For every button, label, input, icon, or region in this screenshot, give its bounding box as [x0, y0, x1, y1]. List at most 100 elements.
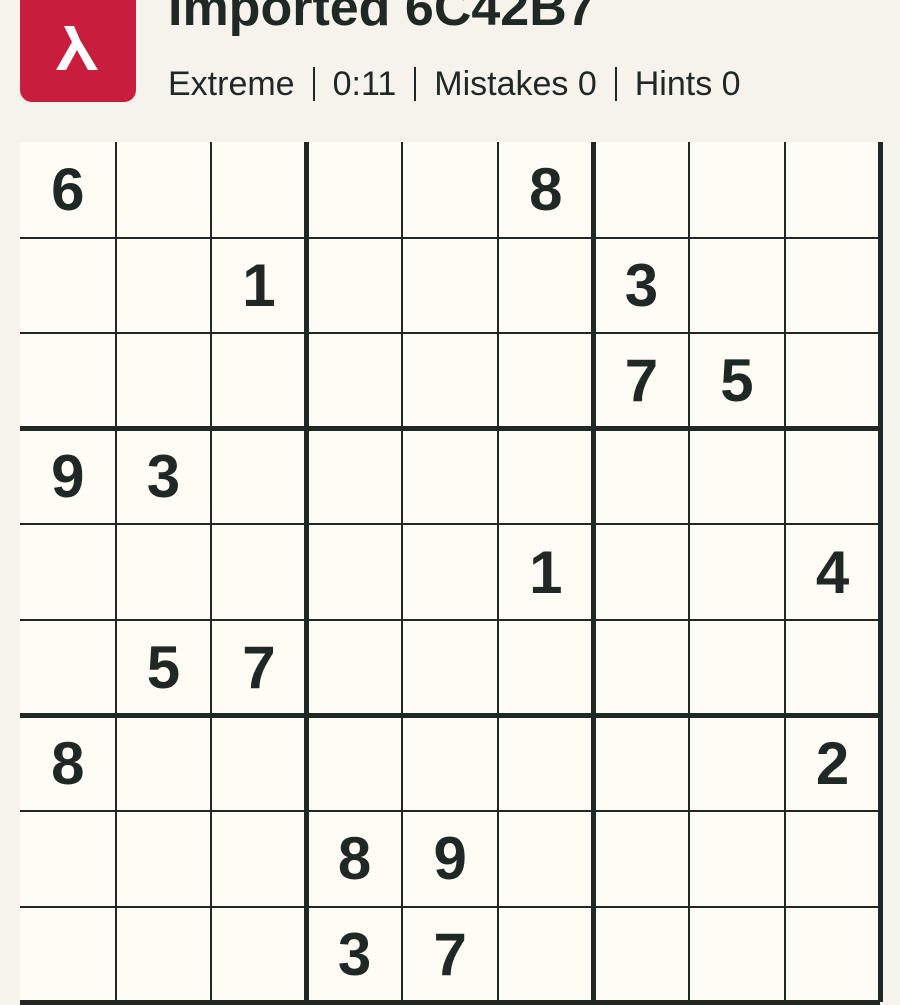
- sudoku-cell[interactable]: [116, 811, 212, 907]
- sudoku-cell[interactable]: [594, 524, 690, 620]
- puzzle-title: Imported 6C42B7: [168, 0, 596, 37]
- sudoku-cell[interactable]: [307, 429, 403, 525]
- sudoku-cell[interactable]: [307, 333, 403, 429]
- grid-line-horizontal: [20, 523, 881, 526]
- sudoku-cell[interactable]: [402, 620, 498, 716]
- grid-line-horizontal: [20, 332, 881, 335]
- sudoku-cell[interactable]: [211, 524, 307, 620]
- sudoku-cell[interactable]: [785, 811, 881, 907]
- sudoku-cell[interactable]: [498, 620, 594, 716]
- sudoku-cell[interactable]: [211, 333, 307, 429]
- sudoku-cell[interactable]: [20, 238, 116, 334]
- sudoku-cell[interactable]: [689, 238, 785, 334]
- sudoku-cell[interactable]: [785, 429, 881, 525]
- sudoku-cell[interactable]: 3: [116, 429, 212, 525]
- sudoku-cell[interactable]: [785, 238, 881, 334]
- sudoku-cell[interactable]: [498, 238, 594, 334]
- sudoku-cell[interactable]: 7: [402, 907, 498, 1003]
- sudoku-cell[interactable]: [116, 333, 212, 429]
- sudoku-cell[interactable]: 8: [20, 716, 116, 812]
- sudoku-cell[interactable]: [402, 333, 498, 429]
- sudoku-cell[interactable]: [402, 238, 498, 334]
- sudoku-cell[interactable]: [689, 524, 785, 620]
- sudoku-cell[interactable]: [689, 142, 785, 238]
- sudoku-cell[interactable]: [307, 620, 403, 716]
- sudoku-cell[interactable]: [785, 333, 881, 429]
- sudoku-cell[interactable]: [498, 811, 594, 907]
- sudoku-cell[interactable]: [402, 142, 498, 238]
- sudoku-cell[interactable]: [689, 907, 785, 1003]
- sudoku-cell[interactable]: [498, 429, 594, 525]
- sudoku-cell[interactable]: 1: [211, 238, 307, 334]
- sudoku-cell[interactable]: 5: [116, 620, 212, 716]
- grid-line-horizontal: [20, 905, 881, 908]
- sudoku-cell[interactable]: [211, 429, 307, 525]
- sudoku-cell[interactable]: [594, 716, 690, 812]
- sudoku-cell[interactable]: [402, 716, 498, 812]
- sudoku-cell[interactable]: [689, 811, 785, 907]
- sudoku-cell[interactable]: 8: [498, 142, 594, 238]
- sudoku-cell[interactable]: [211, 907, 307, 1003]
- sudoku-cell[interactable]: [20, 811, 116, 907]
- grid-line-vertical: [688, 142, 691, 1003]
- sudoku-cell[interactable]: [116, 907, 212, 1003]
- grid-line-horizontal: [20, 810, 881, 813]
- sudoku-cell[interactable]: 9: [20, 429, 116, 525]
- mistakes-counter: Mistakes 0: [434, 65, 597, 103]
- sudoku-cell[interactable]: 4: [785, 524, 881, 620]
- sudoku-cell[interactable]: [20, 907, 116, 1003]
- hints-counter: Hints 0: [634, 65, 741, 103]
- sudoku-cell[interactable]: [498, 907, 594, 1003]
- sudoku-cell[interactable]: [20, 524, 116, 620]
- sudoku-cell[interactable]: [785, 620, 881, 716]
- sudoku-cell[interactable]: 3: [594, 238, 690, 334]
- sudoku-cell[interactable]: [594, 907, 690, 1003]
- sudoku-cell[interactable]: 1: [498, 524, 594, 620]
- sudoku-cell[interactable]: [307, 716, 403, 812]
- stats-divider: [614, 67, 617, 101]
- sudoku-cell[interactable]: [498, 333, 594, 429]
- sudoku-cell[interactable]: 6: [20, 142, 116, 238]
- grid-line-vertical: [114, 142, 117, 1003]
- game-stats: Extreme 0:11 Mistakes 0 Hints 0: [168, 62, 741, 106]
- grid-line-horizontal: [20, 713, 881, 719]
- sudoku-cell[interactable]: [307, 524, 403, 620]
- sudoku-cell[interactable]: 7: [594, 333, 690, 429]
- grid-line-vertical: [591, 142, 597, 1003]
- sudoku-cell[interactable]: [594, 620, 690, 716]
- app-logo[interactable]: [20, 0, 136, 102]
- sudoku-cell[interactable]: [402, 524, 498, 620]
- sudoku-cell[interactable]: [211, 811, 307, 907]
- sudoku-cell[interactable]: [307, 142, 403, 238]
- sudoku-cell[interactable]: [402, 429, 498, 525]
- grid-line-horizontal: [20, 426, 881, 432]
- sudoku-cell[interactable]: 3: [307, 907, 403, 1003]
- sudoku-cell[interactable]: [594, 142, 690, 238]
- sudoku-cell[interactable]: 9: [402, 811, 498, 907]
- sudoku-cell[interactable]: [20, 333, 116, 429]
- sudoku-cell[interactable]: [689, 429, 785, 525]
- sudoku-cell[interactable]: [785, 142, 881, 238]
- sudoku-cell[interactable]: [116, 716, 212, 812]
- sudoku-cell[interactable]: [116, 524, 212, 620]
- stats-divider: [414, 67, 417, 101]
- sudoku-cell[interactable]: [211, 142, 307, 238]
- sudoku-cell[interactable]: [307, 238, 403, 334]
- sudoku-cell[interactable]: [594, 429, 690, 525]
- sudoku-cell[interactable]: [211, 716, 307, 812]
- grid-line-vertical: [783, 142, 786, 1003]
- sudoku-cell[interactable]: [116, 238, 212, 334]
- sudoku-cell[interactable]: [498, 716, 594, 812]
- sudoku-cell[interactable]: [594, 811, 690, 907]
- difficulty-label: Extreme: [168, 65, 295, 103]
- sudoku-cell[interactable]: 8: [307, 811, 403, 907]
- grid-line-horizontal: [20, 236, 881, 239]
- sudoku-cell[interactable]: 2: [785, 716, 881, 812]
- sudoku-cell[interactable]: 5: [689, 333, 785, 429]
- sudoku-cell[interactable]: 7: [211, 620, 307, 716]
- sudoku-cell[interactable]: [785, 907, 881, 1003]
- sudoku-cell[interactable]: [689, 620, 785, 716]
- sudoku-cell[interactable]: [689, 716, 785, 812]
- sudoku-cell[interactable]: [116, 142, 212, 238]
- sudoku-cell[interactable]: [20, 620, 116, 716]
